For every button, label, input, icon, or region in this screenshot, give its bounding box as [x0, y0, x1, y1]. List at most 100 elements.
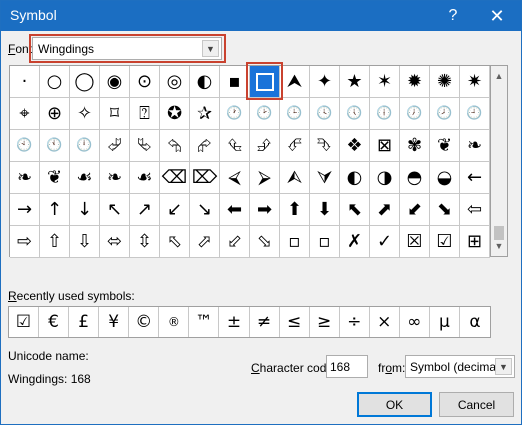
symbol-cell[interactable]: ◯: [70, 66, 100, 98]
symbol-cell[interactable]: ⮵: [250, 130, 280, 162]
symbol-cell[interactable]: ❧: [10, 162, 40, 194]
recent-symbol-cell[interactable]: ©: [129, 307, 160, 337]
symbol-cell[interactable]: ⌦: [190, 162, 220, 194]
grid-scrollbar[interactable]: ▲ ▼: [491, 65, 508, 257]
symbol-cell[interactable]: ⮰: [100, 130, 130, 162]
symbol-cell[interactable]: ⮛: [310, 162, 340, 194]
symbol-cell[interactable]: ⇦: [460, 194, 490, 226]
symbol-cell[interactable]: 🕖: [400, 98, 430, 130]
symbol-cell[interactable]: ⊠: [370, 130, 400, 162]
recent-symbol-cell[interactable]: µ: [430, 307, 460, 337]
symbol-cell[interactable]: ✗: [340, 226, 370, 258]
recent-symbol-cell[interactable]: ≤: [280, 307, 310, 337]
symbol-cell[interactable]: ⮱: [130, 130, 160, 162]
symbol-cell[interactable]: ✰: [190, 98, 220, 130]
symbol-cell[interactable]: ⬂: [250, 226, 280, 258]
recent-symbol-cell[interactable]: ¥: [99, 307, 130, 337]
symbol-cell[interactable]: ⊙: [130, 66, 160, 98]
symbol-cell[interactable]: ☙: [130, 162, 160, 194]
scroll-down-icon[interactable]: ▼: [491, 238, 507, 254]
symbol-cell[interactable]: ❧: [100, 162, 130, 194]
character-code-input[interactable]: 168: [326, 355, 368, 378]
recent-symbol-cell[interactable]: ®: [159, 307, 190, 337]
symbol-cell[interactable]: ⬊: [430, 194, 460, 226]
symbol-cell-selected[interactable]: [250, 66, 280, 98]
symbol-cell[interactable]: ❧: [460, 130, 490, 162]
symbol-cell[interactable]: ·: [10, 66, 40, 98]
symbol-cell[interactable]: ❦: [430, 130, 460, 162]
symbol-cell[interactable]: ⮲: [160, 130, 190, 162]
symbol-cell[interactable]: ⌫: [160, 162, 190, 194]
symbol-cell[interactable]: 🕕: [370, 98, 400, 130]
symbol-cell[interactable]: ⬉: [340, 194, 370, 226]
symbol-cell[interactable]: ◐: [190, 66, 220, 98]
symbol-cell[interactable]: ◑: [370, 162, 400, 194]
recent-symbol-cell[interactable]: ∞: [400, 307, 430, 337]
symbol-cell[interactable]: ✹: [400, 66, 430, 98]
symbol-cell[interactable]: ◉: [100, 66, 130, 98]
symbol-cell[interactable]: ☒: [400, 226, 430, 258]
symbol-cell[interactable]: ⮷: [310, 130, 340, 162]
symbol-cell[interactable]: ⌖: [10, 98, 40, 130]
symbol-cell[interactable]: ⬋: [400, 194, 430, 226]
close-button[interactable]: ✕: [475, 1, 519, 31]
symbol-cell[interactable]: ✾: [400, 130, 430, 162]
symbol-cell[interactable]: ➡: [250, 194, 280, 226]
symbol-cell[interactable]: ◒: [430, 162, 460, 194]
symbol-cell[interactable]: ⬆: [280, 194, 310, 226]
symbol-cell[interactable]: ⬅: [220, 194, 250, 226]
symbol-cell[interactable]: ★: [340, 66, 370, 98]
symbol-cell[interactable]: 🕒: [280, 98, 310, 130]
symbol-cell[interactable]: ⮴: [220, 130, 250, 162]
symbol-cell[interactable]: ⍰: [130, 98, 160, 130]
symbol-cell[interactable]: ⊞: [460, 226, 490, 258]
symbol-cell[interactable]: →: [10, 194, 40, 226]
chevron-down-icon[interactable]: ▼: [202, 40, 219, 57]
font-dropdown[interactable]: Wingdings ▼: [32, 37, 222, 60]
symbol-cell[interactable]: ✦: [310, 66, 340, 98]
cancel-button[interactable]: Cancel: [439, 392, 514, 417]
scroll-up-icon[interactable]: ▲: [491, 68, 507, 84]
symbol-cell[interactable]: ⬈: [370, 194, 400, 226]
symbol-cell[interactable]: ⮝: [280, 66, 310, 98]
symbol-cell[interactable]: ⌑: [100, 98, 130, 130]
symbol-cell[interactable]: ⬀: [190, 226, 220, 258]
symbol-cell[interactable]: ▫: [310, 226, 340, 258]
symbol-cell[interactable]: ⬃: [220, 226, 250, 258]
symbol-cell[interactable]: ⮘: [220, 162, 250, 194]
recent-symbol-cell[interactable]: ±: [219, 307, 250, 337]
symbol-cell[interactable]: ☑: [430, 226, 460, 258]
symbol-cell[interactable]: ❖: [340, 130, 370, 162]
recent-symbol-cell[interactable]: €: [39, 307, 70, 337]
symbol-cell[interactable]: 🕙: [10, 130, 40, 162]
symbol-cell[interactable]: 🕛: [70, 130, 100, 162]
symbol-cell[interactable]: ↙: [160, 194, 190, 226]
symbol-cell[interactable]: ⇨: [10, 226, 40, 258]
symbol-cell[interactable]: ✺: [430, 66, 460, 98]
symbol-cell[interactable]: ▪: [220, 66, 250, 98]
symbol-cell[interactable]: ⬇: [310, 194, 340, 226]
symbol-cell[interactable]: ⮙: [280, 162, 310, 194]
symbol-cell[interactable]: ⬁: [160, 226, 190, 258]
symbol-cell[interactable]: 🕓: [310, 98, 340, 130]
symbol-cell[interactable]: ↗: [130, 194, 160, 226]
symbol-cell[interactable]: ↓: [70, 194, 100, 226]
symbol-cell[interactable]: 🕘: [460, 98, 490, 130]
symbol-cell[interactable]: ⇳: [130, 226, 160, 258]
recent-symbol-cell[interactable]: ☑: [9, 307, 40, 337]
symbol-cell[interactable]: ◓: [400, 162, 430, 194]
symbol-cell[interactable]: 🕚: [40, 130, 70, 162]
symbol-cell[interactable]: ⮚: [250, 162, 280, 194]
symbol-cell[interactable]: ☙: [70, 162, 100, 194]
symbol-cell[interactable]: ⇧: [40, 226, 70, 258]
symbol-cell[interactable]: ◐: [340, 162, 370, 194]
recent-symbol-cell[interactable]: ™: [189, 307, 220, 337]
symbol-cell[interactable]: ○: [40, 66, 70, 98]
from-dropdown[interactable]: Symbol (decimal) ▼: [405, 355, 515, 378]
symbol-cell[interactable]: 🕗: [430, 98, 460, 130]
symbol-cell[interactable]: ❦: [40, 162, 70, 194]
symbol-cell[interactable]: ⮶: [280, 130, 310, 162]
recent-symbol-cell[interactable]: ≥: [310, 307, 340, 337]
recent-symbol-cell[interactable]: ≠: [250, 307, 280, 337]
symbol-cell[interactable]: ✧: [70, 98, 100, 130]
